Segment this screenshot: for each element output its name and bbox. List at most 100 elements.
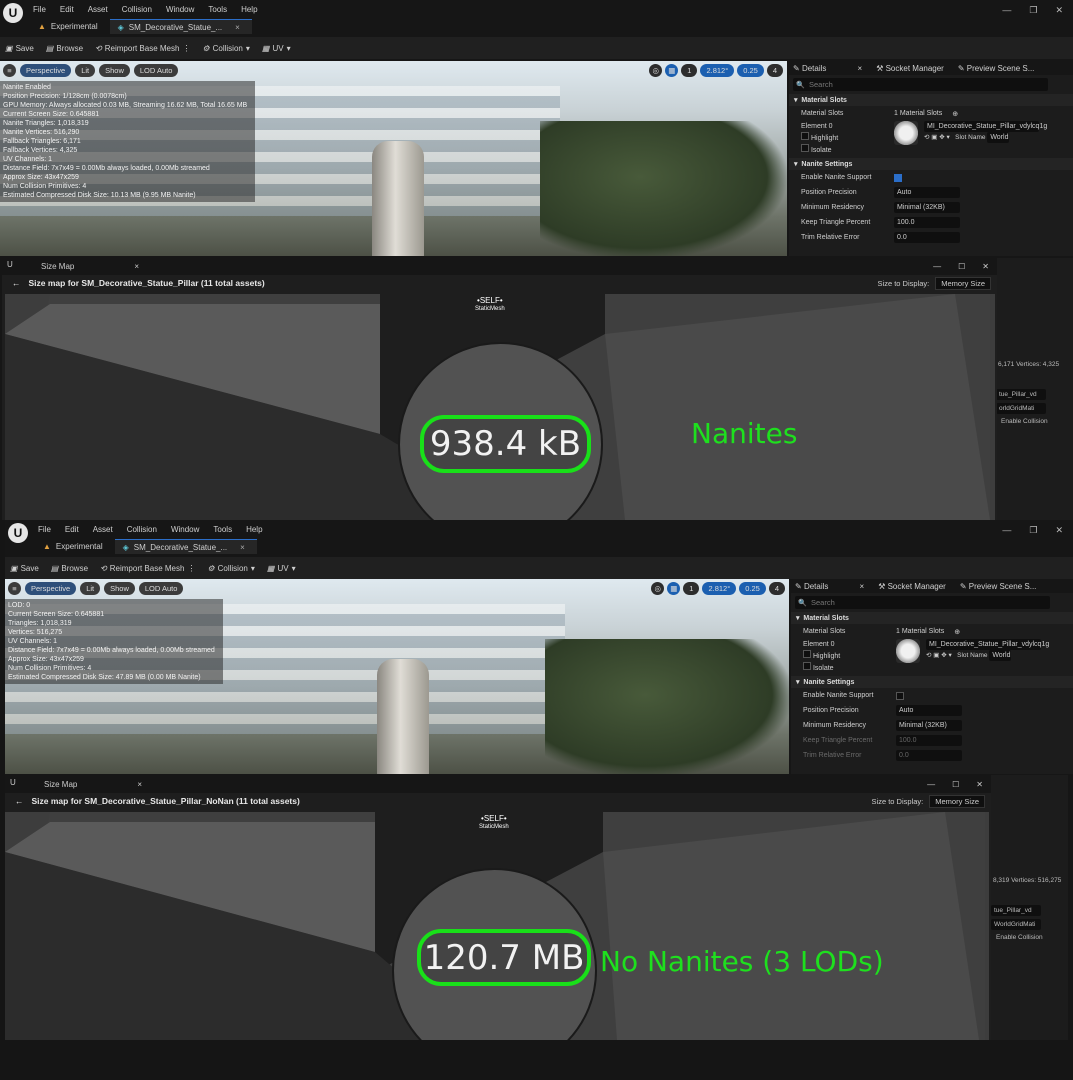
keep-triangle-input[interactable]: 100.0 (894, 217, 960, 228)
maximize-icon[interactable]: ☐ (958, 262, 965, 271)
nanite-settings-section[interactable]: ▾ Nanite Settings (791, 676, 1073, 688)
lit-button[interactable]: Lit (80, 582, 101, 595)
close-icon[interactable]: ✕ (1055, 5, 1063, 16)
camera-speed-value[interactable]: 4 (768, 582, 785, 595)
size-display-dropdown[interactable]: Memory Size (935, 277, 991, 290)
tab-experimental[interactable]: ▲ Experimental (35, 539, 115, 554)
size-display-dropdown[interactable]: Memory Size (929, 795, 985, 808)
uv-dropdown[interactable]: ▦ UV ▾ (267, 564, 296, 573)
material-field-2[interactable]: orldGridMati (996, 403, 1046, 414)
details-search-input[interactable]: Search (795, 596, 1050, 609)
menu-edit[interactable]: Edit (60, 5, 74, 14)
mesh-viewport[interactable]: ≡ Perspective Lit Show LOD Auto ◎ ▦ 1 2.… (5, 579, 789, 774)
add-icon[interactable]: ⊕ (952, 110, 958, 118)
details-search-input[interactable]: Search (793, 78, 1048, 91)
menu-tools[interactable]: Tools (213, 525, 232, 534)
menu-collision[interactable]: Collision (127, 525, 157, 534)
minimize-icon[interactable]: — (1002, 5, 1011, 16)
menu-help[interactable]: Help (241, 5, 257, 14)
menu-edit[interactable]: Edit (65, 525, 79, 534)
menu-window[interactable]: Window (166, 5, 194, 14)
slot-name-input[interactable]: World (989, 650, 1012, 661)
browse-button[interactable]: ▤ Browse (51, 564, 88, 573)
hamburger-icon[interactable]: ≡ (3, 64, 16, 77)
tab-socket-manager[interactable]: ⚒ Socket Manager (878, 582, 946, 591)
material-picker[interactable]: MI_Decorative_Statue_Pillar_vdylcq1g (926, 639, 1049, 650)
trim-error-input[interactable]: 0.0 (894, 232, 960, 243)
slot-name-input[interactable]: World (987, 132, 1010, 143)
close-icon[interactable]: ✕ (1055, 525, 1063, 536)
position-precision-dropdown[interactable]: Auto (896, 705, 962, 716)
menu-tools[interactable]: Tools (208, 5, 227, 14)
close-tab-icon[interactable]: × (235, 23, 240, 32)
menu-asset[interactable]: Asset (93, 525, 113, 534)
back-arrow-icon[interactable]: ← (12, 278, 21, 288)
lod-button[interactable]: LOD Auto (138, 582, 184, 595)
material-field[interactable]: tue_Pillar_vd (996, 389, 1046, 400)
collision-dropdown[interactable]: ⚙ Collision ▾ (202, 44, 249, 53)
enable-nanite-checkbox[interactable] (896, 691, 904, 700)
menu-window[interactable]: Window (171, 525, 199, 534)
menu-collision[interactable]: Collision (122, 5, 152, 14)
grid-snap-icon[interactable]: ▦ (667, 582, 681, 595)
perspective-button[interactable]: Perspective (20, 64, 72, 77)
tab-static-mesh[interactable]: ◈ SM_Decorative_Statue_... × (109, 19, 252, 34)
close-tab-icon[interactable]: × (137, 780, 142, 789)
enable-nanite-checkbox[interactable] (894, 173, 902, 182)
collision-dropdown[interactable]: ⚙ Collision ▾ (207, 564, 254, 573)
camera-speed-value[interactable]: 4 (766, 64, 783, 77)
size-map-tab[interactable]: Size Map (41, 262, 74, 271)
position-precision-dropdown[interactable]: Auto (894, 187, 960, 198)
hamburger-icon[interactable]: ≡ (8, 582, 21, 595)
enable-collision-label[interactable]: Enable Collision (1001, 418, 1048, 425)
menu-asset[interactable]: Asset (88, 5, 108, 14)
tab-details[interactable]: ✎ Details × (793, 64, 862, 73)
highlight-checkbox[interactable]: Highlight (801, 132, 894, 144)
isolate-checkbox[interactable]: Isolate (803, 662, 896, 674)
close-icon[interactable]: ✕ (976, 780, 983, 789)
show-button[interactable]: Show (104, 582, 135, 595)
browse-button[interactable]: ▤ Browse (46, 44, 83, 53)
material-thumbnail[interactable] (896, 639, 920, 663)
tab-socket-manager[interactable]: ⚒ Socket Manager (876, 64, 944, 73)
min-residency-dropdown[interactable]: Minimal (32KB) (894, 202, 960, 213)
minimize-icon[interactable]: — (1002, 525, 1011, 536)
grid-snap-value[interactable]: 1 (681, 64, 698, 77)
close-tab-icon[interactable]: × (134, 262, 139, 271)
size-map-canvas[interactable]: •SELF• StaticMesh 120.7 MB No Nanites (3 … (5, 812, 989, 1040)
grid-snap-value[interactable]: 1 (683, 582, 700, 595)
realtime-icon[interactable]: ◎ (651, 582, 665, 595)
save-button[interactable]: ▣ Save (10, 564, 39, 573)
grid-snap-icon[interactable]: ▦ (665, 64, 679, 77)
minimize-icon[interactable]: — (927, 780, 935, 789)
scale-snap-value[interactable]: 0.25 (737, 64, 764, 77)
tab-experimental[interactable]: ▲ Experimental (30, 19, 110, 34)
close-icon[interactable]: ✕ (982, 262, 989, 271)
close-tab-icon[interactable]: × (240, 543, 245, 552)
size-map-canvas[interactable]: •SELF• StaticMesh 938.4 kB Nanites (5, 294, 995, 520)
scale-snap-value[interactable]: 0.25 (739, 582, 766, 595)
mesh-viewport[interactable]: ≡ Perspective Lit Show LOD Auto ◎ ▦ 1 2.… (0, 61, 787, 256)
lod-button[interactable]: LOD Auto (133, 64, 179, 77)
realtime-icon[interactable]: ◎ (649, 64, 663, 77)
enable-collision-label[interactable]: Enable Collision (996, 934, 1043, 941)
trim-error-input[interactable]: 0.0 (896, 750, 962, 761)
save-button[interactable]: ▣ Save (5, 44, 34, 53)
material-field-2[interactable]: WorldGridMati (991, 919, 1041, 930)
material-thumbnail[interactable] (894, 121, 918, 145)
minimize-icon[interactable]: — (933, 262, 941, 271)
menu-file[interactable]: File (33, 5, 46, 14)
uv-dropdown[interactable]: ▦ UV ▾ (262, 44, 291, 53)
nanite-settings-section[interactable]: ▾ Nanite Settings (789, 158, 1073, 170)
tab-preview-scene[interactable]: ✎ Preview Scene S... (958, 64, 1035, 73)
material-picker[interactable]: MI_Decorative_Statue_Pillar_vdylcq1g (924, 121, 1047, 132)
lit-button[interactable]: Lit (75, 64, 96, 77)
isolate-checkbox[interactable]: Isolate (801, 144, 894, 156)
reimport-button[interactable]: ⟲ Reimport Base Mesh ⋮ (95, 44, 190, 53)
menu-help[interactable]: Help (246, 525, 262, 534)
restore-icon[interactable]: ❐ (1029, 5, 1037, 16)
perspective-button[interactable]: Perspective (25, 582, 77, 595)
unreal-logo-icon[interactable]: U (8, 523, 28, 543)
highlight-checkbox[interactable]: Highlight (803, 650, 896, 662)
back-arrow-icon[interactable]: ← (15, 796, 24, 806)
